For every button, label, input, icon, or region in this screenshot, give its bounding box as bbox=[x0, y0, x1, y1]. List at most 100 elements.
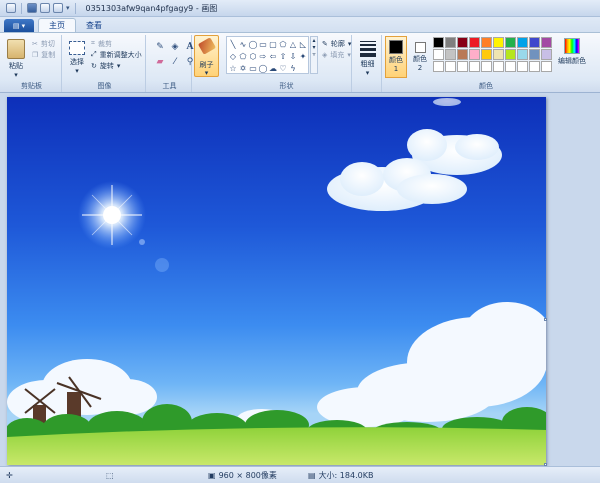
callout-cloud-icon[interactable]: ☁ bbox=[268, 62, 278, 74]
color2-label: 颜色 2 bbox=[413, 55, 427, 72]
palette-swatch[interactable] bbox=[445, 37, 456, 48]
oval-icon[interactable]: ◯ bbox=[248, 38, 258, 50]
palette-swatch[interactable] bbox=[469, 61, 480, 72]
palette-swatch[interactable] bbox=[517, 49, 528, 60]
chevron-down-icon: ▾ bbox=[75, 67, 79, 75]
palette-swatch[interactable] bbox=[457, 61, 468, 72]
palette-swatch[interactable] bbox=[505, 49, 516, 60]
palette-swatch[interactable] bbox=[433, 37, 444, 48]
hexagon-icon[interactable]: ⬡ bbox=[248, 50, 258, 62]
palette-swatch[interactable] bbox=[493, 49, 504, 60]
resize-handle-right[interactable] bbox=[544, 318, 547, 321]
palette-swatch[interactable] bbox=[505, 37, 516, 48]
callout-rect-icon[interactable]: ▭ bbox=[248, 62, 258, 74]
dimensions-text: 960 × 800像素 bbox=[218, 470, 277, 480]
heart-icon[interactable]: ♡ bbox=[278, 62, 288, 74]
palette-swatch[interactable] bbox=[517, 61, 528, 72]
palette-swatch[interactable] bbox=[481, 61, 492, 72]
palette-swatch[interactable] bbox=[493, 37, 504, 48]
color1-button[interactable]: 颜色 1 bbox=[385, 36, 407, 78]
palette-swatch[interactable] bbox=[541, 61, 552, 72]
copy-label: 复制 bbox=[41, 50, 56, 59]
redo-icon[interactable] bbox=[53, 3, 63, 13]
shapes-gallery[interactable]: ╲ ∿ ◯ ▭ ▢ ⬠ △ ◺ ◇ ⬠ ⬡ ⇨ ⇦ ⇧ ⇩ ✦ ☆ ✡ ▭ ◯ … bbox=[226, 36, 309, 74]
left-arrow-icon[interactable]: ⇦ bbox=[268, 50, 278, 62]
title-bar: ▾ 0351303afw9qan4pfgagy9 - 画图 bbox=[0, 0, 600, 17]
palette-swatch[interactable] bbox=[457, 49, 468, 60]
palette-swatch[interactable] bbox=[529, 49, 540, 60]
fill-button[interactable]: ◈ 填充 ▾ bbox=[322, 49, 351, 60]
up-arrow-icon[interactable]: ⇧ bbox=[278, 50, 288, 62]
four-point-star-icon[interactable]: ✦ bbox=[298, 50, 308, 62]
palette-swatch[interactable] bbox=[505, 61, 516, 72]
color2-button[interactable]: 颜色 2 bbox=[409, 36, 431, 78]
drawing-canvas[interactable] bbox=[7, 97, 546, 465]
pentagon-icon[interactable]: ⬠ bbox=[238, 50, 248, 62]
tab-home[interactable]: 主页 bbox=[38, 18, 76, 32]
ribbon-tabs: ▤ ▾ 主页 查看 bbox=[0, 17, 600, 32]
scroll-down-icon[interactable]: ▾ bbox=[311, 44, 317, 51]
palette-swatch[interactable] bbox=[433, 61, 444, 72]
diamond-icon[interactable]: ◇ bbox=[228, 50, 238, 62]
rotate-button[interactable]: ↻ 旋转 ▾ bbox=[91, 60, 142, 71]
fill-icon[interactable]: ◈ bbox=[169, 41, 181, 53]
right-triangle-icon[interactable]: ◺ bbox=[298, 38, 308, 50]
callout-oval-icon[interactable]: ◯ bbox=[258, 62, 268, 74]
chevron-down-icon: ▾ bbox=[347, 50, 351, 59]
palette-swatch[interactable] bbox=[541, 37, 552, 48]
customize-chevron-icon[interactable]: ▾ bbox=[66, 4, 70, 12]
color-picker-icon[interactable]: ⁄ bbox=[169, 56, 181, 68]
shapes-group-label: 形状 bbox=[279, 82, 294, 90]
outline-button[interactable]: ✎ 轮廓 ▾ bbox=[322, 38, 351, 49]
crop-button[interactable]: ⌗ 裁剪 bbox=[91, 38, 142, 49]
palette-swatch[interactable] bbox=[469, 37, 480, 48]
right-arrow-icon[interactable]: ⇨ bbox=[258, 50, 268, 62]
size-group[interactable]: 粗细 ▾ bbox=[354, 35, 382, 92]
cloud-icon bbox=[327, 98, 502, 211]
palette-swatch[interactable] bbox=[445, 49, 456, 60]
crosshair-icon: ✛ bbox=[6, 470, 13, 480]
palette-swatch[interactable] bbox=[541, 49, 552, 60]
tools-group-label: 工具 bbox=[162, 82, 177, 90]
status-bar: ✛ ⬚ ▣ 960 × 800像素 ▤ 大小: 184.0KB bbox=[0, 466, 600, 483]
select-button[interactable]: 选择 ▾ bbox=[67, 37, 87, 75]
cut-button[interactable]: ✂ 剪切 bbox=[32, 38, 55, 49]
expand-icon[interactable]: ▿ bbox=[311, 51, 317, 58]
palette-swatch[interactable] bbox=[529, 37, 540, 48]
polygon-icon[interactable]: ⬠ bbox=[278, 38, 288, 50]
palette-swatch[interactable] bbox=[469, 49, 480, 60]
scroll-up-icon[interactable]: ▴ bbox=[311, 37, 317, 44]
rectangle-icon[interactable]: ▭ bbox=[258, 38, 268, 50]
copy-button[interactable]: ❐ 复制 bbox=[32, 49, 55, 60]
palette-swatch[interactable] bbox=[445, 61, 456, 72]
six-point-star-icon[interactable]: ✡ bbox=[238, 62, 248, 74]
pencil-icon[interactable]: ✎ bbox=[154, 41, 166, 53]
paint-app-icon[interactable] bbox=[6, 3, 16, 13]
palette-swatch[interactable] bbox=[481, 37, 492, 48]
down-arrow-icon[interactable]: ⇩ bbox=[288, 50, 298, 62]
paint-menu-button[interactable]: ▤ ▾ bbox=[4, 19, 34, 32]
palette-swatch[interactable] bbox=[493, 61, 504, 72]
curve-icon[interactable]: ∿ bbox=[238, 38, 248, 50]
save-icon[interactable] bbox=[27, 3, 37, 13]
line-icon[interactable]: ╲ bbox=[228, 38, 238, 50]
sun-icon bbox=[78, 181, 169, 272]
triangle-icon[interactable]: △ bbox=[288, 38, 298, 50]
edit-colors-button[interactable]: 编辑颜色 bbox=[557, 36, 587, 66]
palette-swatch[interactable] bbox=[433, 49, 444, 60]
lightning-icon[interactable]: ϟ bbox=[288, 62, 298, 74]
resize-button[interactable]: ⤢ 重新调整大小 bbox=[91, 49, 142, 60]
outline-label: 轮廓 bbox=[330, 39, 345, 48]
rounded-rectangle-icon[interactable]: ▢ bbox=[268, 38, 278, 50]
palette-swatch[interactable] bbox=[481, 49, 492, 60]
paste-button[interactable]: 粘贴 ▾ bbox=[6, 37, 26, 79]
five-point-star-icon[interactable]: ☆ bbox=[228, 62, 238, 74]
palette-swatch[interactable] bbox=[529, 61, 540, 72]
shapes-scrollbar[interactable]: ▴ ▾ ▿ bbox=[310, 36, 318, 74]
brush-button[interactable]: 刷子 ▾ bbox=[194, 35, 219, 77]
palette-swatch[interactable] bbox=[457, 37, 468, 48]
tab-view[interactable]: 查看 bbox=[76, 18, 112, 32]
palette-swatch[interactable] bbox=[517, 37, 528, 48]
eraser-icon[interactable]: ▰ bbox=[154, 56, 166, 68]
undo-icon[interactable] bbox=[40, 3, 50, 13]
